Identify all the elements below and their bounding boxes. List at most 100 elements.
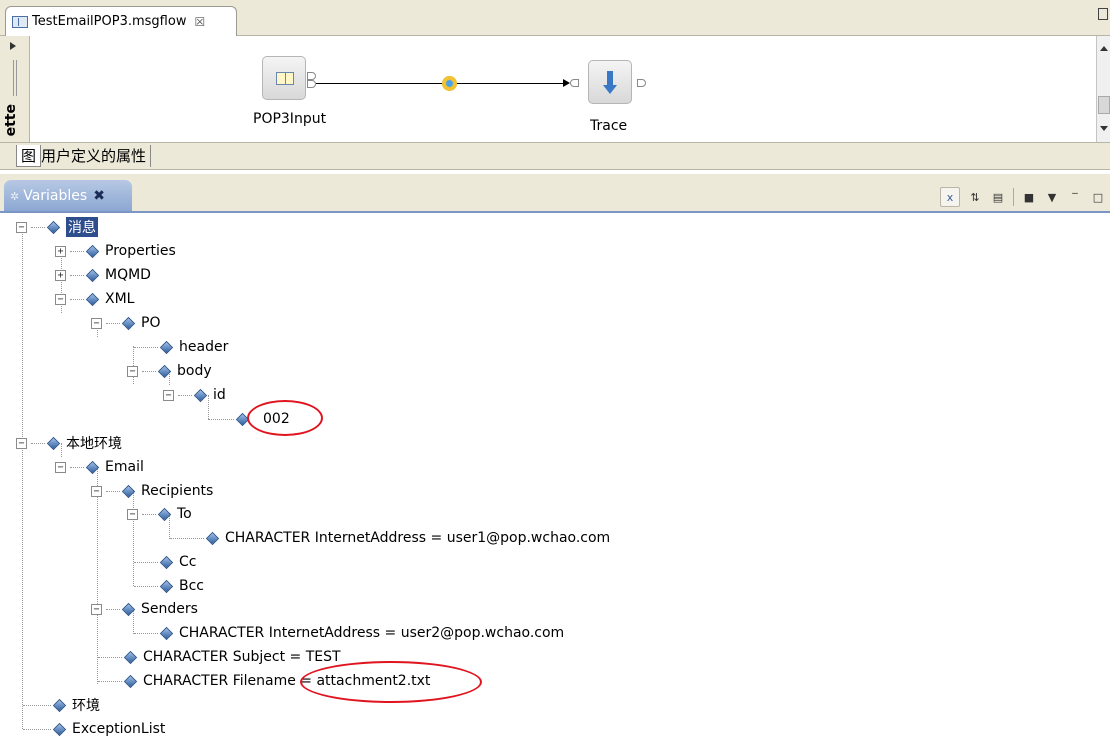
- collapse-icon[interactable]: −: [163, 389, 174, 401]
- flow-canvas[interactable]: ette POP3Input Trace: [0, 36, 1110, 142]
- canvas-vertical-scrollbar[interactable]: [1096, 36, 1110, 142]
- tree-row-po[interactable]: − PO: [91, 313, 160, 333]
- tree-row-body[interactable]: − body: [127, 361, 212, 381]
- tree-row-senders[interactable]: − Senders: [91, 599, 198, 619]
- collapse-icon[interactable]: −: [16, 437, 27, 449]
- tree-row-subject[interactable]: CHARACTER Subject = TEST: [98, 647, 341, 667]
- variable-icon: [205, 531, 220, 545]
- palette-label: ette: [3, 104, 19, 137]
- variable-icon: [157, 364, 172, 378]
- variables-toolbar: x ⇅ ▤ ■ ▼ ‾ □: [940, 186, 1110, 208]
- palette-strip[interactable]: ette: [0, 36, 30, 142]
- scroll-down-icon[interactable]: [1100, 126, 1108, 131]
- pop3input-node[interactable]: [262, 56, 306, 100]
- tree-row-cc[interactable]: Cc: [134, 552, 196, 572]
- tree-row-message[interactable]: − 消息: [16, 217, 98, 237]
- variable-icon: [121, 484, 136, 498]
- connection-bendpoint[interactable]: [442, 76, 457, 91]
- tree-label: 环境: [72, 698, 100, 714]
- expand-palette-icon[interactable]: [10, 42, 16, 50]
- tree-guide: [22, 227, 23, 729]
- variable-icon: [46, 220, 61, 234]
- tree-label: CHARACTER InternetAddress = user2@pop.wc…: [179, 625, 565, 641]
- tab-variables[interactable]: ✲ Variables ✖: [4, 180, 132, 212]
- connection-line[interactable]: [316, 83, 566, 84]
- tree-row-to-address[interactable]: CHARACTER InternetAddress = user1@pop.wc…: [170, 528, 610, 548]
- layout-icon[interactable]: ▤: [990, 189, 1006, 205]
- pop3-failure-terminal[interactable]: [307, 80, 316, 88]
- variable-icon: [193, 388, 208, 402]
- tree-row-sender-address[interactable]: CHARACTER InternetAddress = user2@pop.wc…: [134, 623, 564, 643]
- variables-view-header: ✲ Variables ✖ x ⇅ ▤ ■ ▼ ‾ □: [0, 174, 1110, 212]
- tree-label-message: 消息: [66, 217, 98, 237]
- highlight-oval-id-value: [247, 400, 323, 436]
- tree-row-exception-list[interactable]: ExceptionList: [23, 719, 165, 739]
- tree-label: MQMD: [105, 267, 151, 283]
- variable-icon: [85, 292, 100, 306]
- tree-row-environment[interactable]: 环境: [23, 695, 100, 715]
- view-menu-icon[interactable]: ▼: [1044, 189, 1060, 205]
- maximize-view-icon[interactable]: ■: [1021, 189, 1037, 205]
- tree-label: Properties: [105, 243, 176, 259]
- editor-tab-bar: TestEmailPOP3.msgflow ☒: [0, 0, 1110, 36]
- collapse-icon[interactable]: −: [55, 461, 66, 473]
- scroll-up-icon[interactable]: [1100, 46, 1108, 51]
- variable-icon: [46, 436, 61, 450]
- editor-sub-tabs: 图 用户定义的属性: [0, 142, 1110, 170]
- variables-icon: ✲: [10, 189, 20, 203]
- collapse-icon[interactable]: −: [91, 317, 102, 329]
- tree-row-email[interactable]: − Email: [55, 457, 144, 477]
- palette-grip[interactable]: [13, 60, 17, 96]
- maximize-editor-icon[interactable]: [1098, 8, 1108, 20]
- show-type-names-icon[interactable]: x: [940, 187, 960, 207]
- editor-tab-msgflow[interactable]: TestEmailPOP3.msgflow ☒: [5, 6, 237, 36]
- expand-icon[interactable]: +: [55, 269, 66, 281]
- tree-row-mqmd[interactable]: + MQMD: [55, 265, 151, 285]
- tab-user-defined-properties[interactable]: 用户定义的属性: [37, 145, 152, 167]
- tree-row-recipients[interactable]: − Recipients: [91, 481, 213, 501]
- connection-arrow: [563, 79, 570, 87]
- trace-in-terminal[interactable]: [570, 79, 579, 87]
- msgflow-file-icon: [12, 15, 28, 28]
- trace-node-icon: [601, 69, 621, 97]
- scroll-thumb[interactable]: [1098, 96, 1110, 114]
- collapse-icon[interactable]: −: [127, 365, 138, 377]
- tree-label: Bcc: [179, 578, 204, 594]
- tree-row-bcc[interactable]: Bcc: [134, 576, 204, 596]
- tree-row-id[interactable]: − id: [163, 385, 226, 405]
- variable-icon: [123, 674, 138, 688]
- collapse-icon[interactable]: −: [55, 293, 66, 305]
- collapse-icon[interactable]: −: [16, 221, 27, 233]
- collapse-icon[interactable]: −: [91, 485, 102, 497]
- tree-row-local-env[interactable]: − 本地环境: [16, 433, 122, 453]
- expand-icon[interactable]: +: [55, 245, 66, 257]
- variable-icon: [52, 698, 67, 712]
- trace-node[interactable]: [588, 60, 632, 104]
- trace-out-terminal[interactable]: [637, 79, 646, 87]
- variable-icon: [52, 722, 67, 736]
- collapse-icon[interactable]: −: [91, 603, 102, 615]
- pop3input-node-icon: [276, 72, 294, 85]
- tree-label: Cc: [179, 554, 197, 570]
- minimize-view-icon[interactable]: ‾: [1067, 189, 1083, 205]
- tree-label: body: [177, 363, 212, 379]
- tree-label: XML: [105, 291, 135, 307]
- tree-row-to[interactable]: − To: [127, 504, 192, 524]
- variable-icon: [159, 555, 174, 569]
- pop3-out-terminal[interactable]: [307, 72, 316, 80]
- close-icon[interactable]: ✖: [93, 188, 105, 204]
- tree-label: CHARACTER Subject = TEST: [143, 649, 341, 665]
- tree-label: To: [177, 506, 192, 522]
- collapse-icon[interactable]: −: [127, 508, 138, 520]
- variables-tree[interactable]: − 消息 + Properties + MQMD − XML − PO head…: [0, 213, 1110, 753]
- variable-icon: [159, 626, 174, 640]
- close-icon[interactable]: ☒: [194, 15, 205, 29]
- collapse-all-icon[interactable]: ⇅: [967, 189, 983, 205]
- variable-icon: [123, 650, 138, 664]
- restore-view-icon[interactable]: □: [1090, 189, 1106, 205]
- variable-icon: [85, 268, 100, 282]
- tree-row-properties[interactable]: + Properties: [55, 241, 176, 261]
- trace-node-label: Trace: [590, 118, 628, 134]
- tree-row-xml[interactable]: − XML: [55, 289, 134, 309]
- tree-row-header[interactable]: header: [134, 337, 228, 357]
